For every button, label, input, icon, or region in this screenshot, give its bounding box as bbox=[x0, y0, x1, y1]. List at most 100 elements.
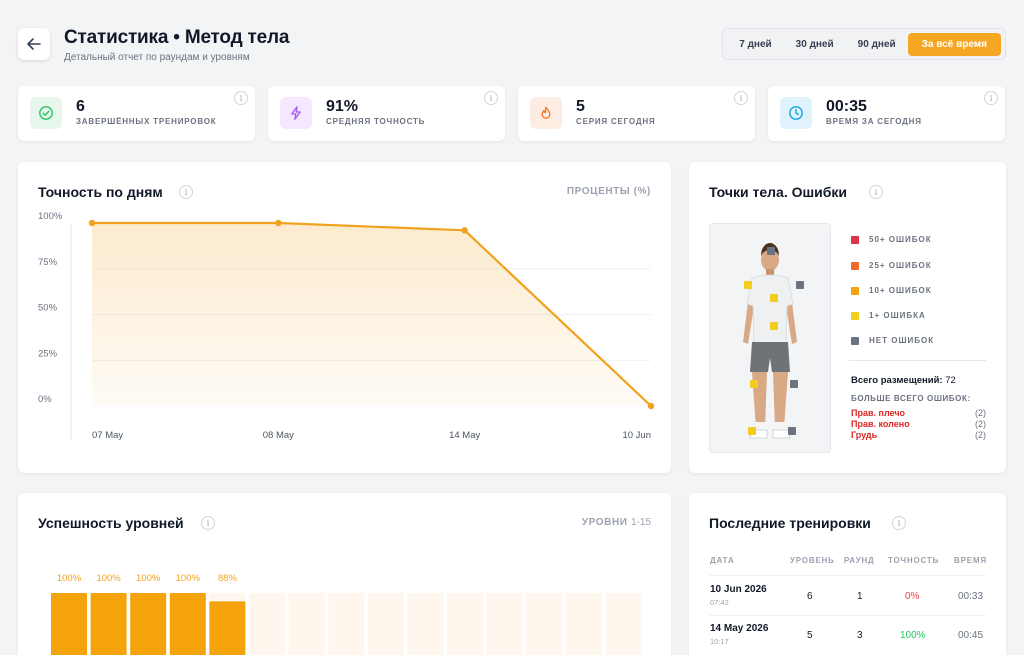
info-icon[interactable]: i bbox=[892, 516, 906, 530]
column-header-level: УРОВЕНЬ bbox=[790, 556, 835, 565]
legend-label: 1+ ОШИБКА bbox=[869, 311, 926, 320]
info-icon[interactable]: i bbox=[869, 185, 883, 199]
page-header: Статистика • Метод тела Детальный отчет … bbox=[18, 26, 1006, 66]
bar-background bbox=[249, 593, 285, 655]
bar-background bbox=[526, 593, 563, 655]
stat-card-time: 00:35 ВРЕМЯ ЗА СЕГОДНЯ i bbox=[768, 86, 1005, 141]
clock-icon bbox=[789, 106, 803, 120]
range-7-days-button[interactable]: 7 дней bbox=[727, 33, 783, 56]
row-round: 1 bbox=[857, 591, 863, 602]
bar-value-label: 100% bbox=[136, 573, 161, 584]
data-point bbox=[88, 219, 96, 227]
bar-background bbox=[407, 593, 444, 655]
bar bbox=[130, 593, 167, 655]
bar-background bbox=[486, 593, 523, 655]
accuracy-chart: 100% 75% 50% 25% 0% 07 May 08 May 14 May 10 Jun bbox=[38, 211, 655, 441]
body-marker[interactable] bbox=[790, 380, 798, 388]
stat-value: 00:35 bbox=[826, 98, 867, 115]
info-icon[interactable]: i bbox=[984, 91, 998, 105]
row-accuracy: 0% bbox=[905, 591, 920, 602]
row-time: 07:42 bbox=[710, 598, 729, 607]
stat-value: 5 bbox=[576, 98, 585, 115]
body-figure-frame bbox=[709, 223, 831, 453]
legend-item: 50+ ОШИБОК bbox=[851, 235, 932, 244]
row-round: 3 bbox=[857, 630, 863, 641]
y-tick-label: 25% bbox=[38, 348, 58, 359]
bar-background bbox=[605, 593, 642, 655]
legend-label: НЕТ ОШИБОК bbox=[869, 336, 935, 345]
bar-background bbox=[328, 593, 365, 655]
legend-swatch bbox=[851, 235, 859, 244]
legend-item: 10+ ОШИБОК bbox=[851, 286, 932, 295]
body-marker[interactable] bbox=[750, 380, 758, 388]
back-button[interactable] bbox=[18, 28, 50, 60]
divider bbox=[709, 615, 986, 616]
y-tick-label: 0% bbox=[38, 394, 52, 405]
stat-label: ВРЕМЯ ЗА СЕГОДНЯ bbox=[826, 117, 922, 126]
data-point bbox=[647, 402, 655, 410]
body-marker[interactable] bbox=[767, 247, 775, 255]
bar-value-label: 100% bbox=[57, 573, 82, 584]
row-time: 10:17 bbox=[710, 637, 729, 646]
row-level: 6 bbox=[807, 591, 813, 602]
row-date: 14 May 2026 bbox=[710, 623, 769, 634]
body-marker[interactable] bbox=[744, 281, 752, 289]
body-marker[interactable] bbox=[788, 427, 796, 435]
range-all-time-button[interactable]: За всё время bbox=[907, 32, 1001, 56]
body-figure-image bbox=[743, 243, 797, 439]
stat-icon-box bbox=[780, 97, 812, 129]
bar-value-label: 100% bbox=[96, 573, 121, 584]
legend-item: 1+ ОШИБКА bbox=[851, 311, 926, 320]
arrow-left-icon bbox=[27, 38, 41, 50]
most-errors-label: БОЛЬШЕ ВСЕГО ОШИБОК: bbox=[851, 394, 971, 403]
row-accuracy: 100% bbox=[900, 630, 926, 641]
legend-label: 10+ ОШИБОК bbox=[869, 286, 932, 295]
body-marker[interactable] bbox=[748, 427, 756, 435]
info-icon[interactable]: i bbox=[734, 91, 748, 105]
row-duration: 00:45 bbox=[958, 630, 984, 641]
stat-card-streak: 5 СЕРИЯ СЕГОДНЯ i bbox=[518, 86, 755, 141]
total-placements: Всего размещений: 72 bbox=[851, 375, 956, 386]
flame-icon bbox=[541, 106, 551, 119]
column-header-date: ДАТА bbox=[710, 556, 735, 565]
bar bbox=[169, 593, 206, 655]
body-marker[interactable] bbox=[770, 322, 778, 330]
error-point-name: Грудь bbox=[851, 430, 878, 440]
bar-background bbox=[288, 593, 325, 655]
stat-icon-box bbox=[30, 97, 62, 129]
range-90-days-button[interactable]: 90 дней bbox=[846, 33, 908, 56]
divider bbox=[849, 360, 986, 361]
level-success-panel: Успешность уровней i УРОВНИ 1-15 100% 100… bbox=[18, 493, 671, 655]
top-error-item: Грудь (2) bbox=[851, 430, 986, 440]
range-30-days-button[interactable]: 30 дней bbox=[784, 33, 846, 56]
bar bbox=[90, 593, 127, 655]
legend-swatch bbox=[851, 261, 859, 270]
legend-label: 50+ ОШИБОК bbox=[869, 235, 932, 244]
y-tick-label: 100% bbox=[38, 211, 63, 222]
bar-value-label: 88% bbox=[218, 573, 238, 584]
error-point-name: Прав. плечо bbox=[851, 408, 906, 418]
stat-card-accuracy: 91% СРЕДНЯЯ ТОЧНОСТЬ i bbox=[268, 86, 505, 141]
x-tick-label: 08 May bbox=[263, 430, 294, 441]
row-date: 10 Jun 2026 bbox=[710, 584, 767, 595]
error-point-name: Прав. колено bbox=[851, 419, 910, 429]
data-point bbox=[461, 227, 468, 234]
body-marker[interactable] bbox=[770, 294, 778, 302]
date-range-selector: 7 дней 30 дней 90 дней За всё время bbox=[722, 28, 1006, 60]
stat-label: СРЕДНЯЯ ТОЧНОСТЬ bbox=[326, 117, 426, 126]
accuracy-chart-panel: Точность по дням i ПРОЦЕНТЫ (%) 100% 75% 5… bbox=[18, 162, 671, 473]
body-marker[interactable] bbox=[796, 281, 804, 289]
x-tick-label: 07 May bbox=[92, 430, 123, 441]
row-level: 5 bbox=[807, 630, 813, 641]
bar-background bbox=[367, 593, 404, 655]
info-icon[interactable]: i bbox=[484, 91, 498, 105]
stat-label: СЕРИЯ СЕГОДНЯ bbox=[576, 117, 656, 126]
stat-value: 6 bbox=[76, 98, 85, 115]
legend-swatch bbox=[851, 336, 859, 345]
info-icon[interactable]: i bbox=[234, 91, 248, 105]
y-tick-label: 50% bbox=[38, 303, 58, 314]
error-count: (2) bbox=[975, 430, 986, 440]
bar-background bbox=[447, 593, 483, 655]
body-points-panel: Точки тела. Ошибки i 50+ ОШИБОК 25+ ОШИБ… bbox=[689, 162, 1006, 473]
column-header-accuracy: ТОЧНОСТЬ bbox=[888, 556, 940, 565]
